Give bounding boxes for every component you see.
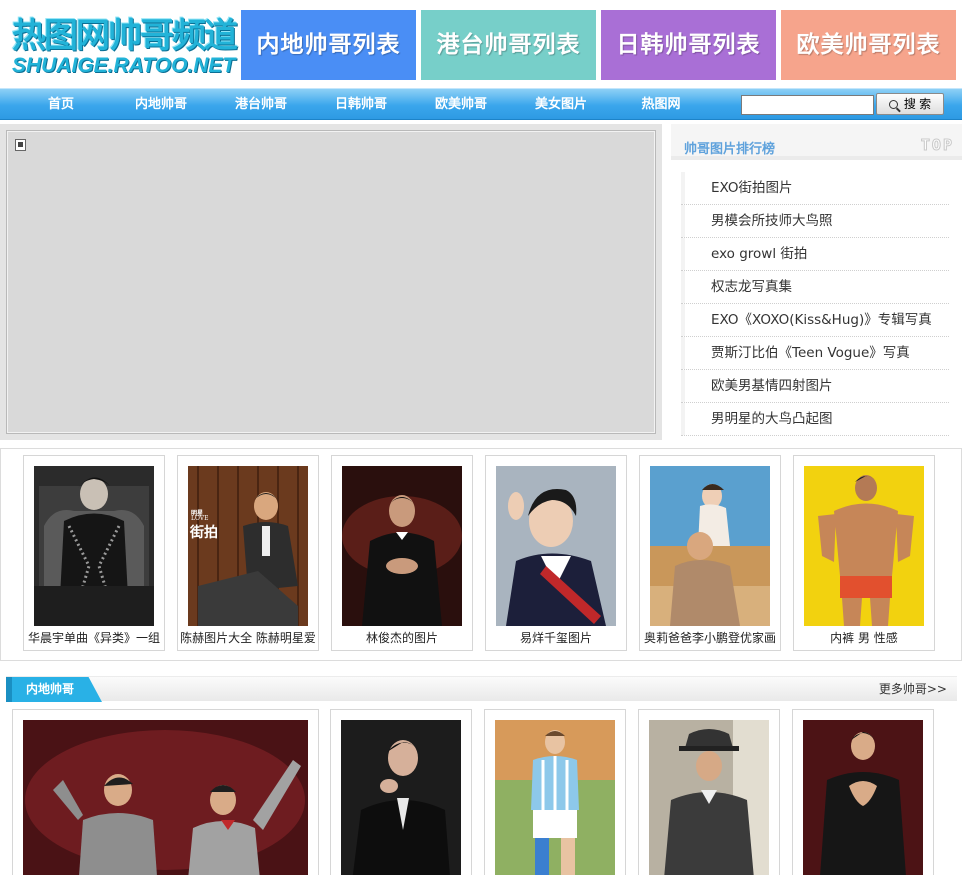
banner-jp-kr-list[interactable]: 日韩帅哥列表 xyxy=(601,10,776,80)
nav-ratoo[interactable]: 热图网 xyxy=(621,89,701,120)
photo-thumbnail: 明星 LOVE 街拍 xyxy=(188,466,308,626)
nav-jp-kr[interactable]: 日韩帅哥 xyxy=(321,89,401,120)
photo-card[interactable] xyxy=(484,709,626,875)
photo-card[interactable]: 奥莉爸爸李小鹏登优家画 xyxy=(639,455,781,651)
section-tab-label: 内地帅哥 xyxy=(6,677,102,702)
photo-overlay-love: LOVE xyxy=(191,515,209,522)
photo-caption: 陈赫图片大全 陈赫明星爱 xyxy=(180,631,316,645)
nav-mainland[interactable]: 内地帅哥 xyxy=(121,89,201,120)
slider-container xyxy=(0,124,662,440)
nav-western[interactable]: 欧美帅哥 xyxy=(421,89,501,120)
photo-caption: 林俊杰的图片 xyxy=(365,631,438,645)
site-header: 热图网帅哥频道 SHUAIGE.RATOO.NET 内地帅哥列表 港台帅哥列表 … xyxy=(0,0,962,88)
plugin-placeholder-icon xyxy=(15,139,26,151)
search-icon xyxy=(888,100,898,109)
photo-thumbnail xyxy=(803,720,923,875)
ranking-title: 帅哥图片排行榜 xyxy=(684,142,776,157)
photo-caption: 华晨宇单曲《异类》一组 xyxy=(27,631,160,645)
logo-chinese: 热图网帅哥频道 xyxy=(12,16,238,56)
photo-card[interactable]: 易烊千玺图片 xyxy=(485,455,627,651)
photo-caption: 奥莉爸爸李小鹏登优家画 xyxy=(643,631,776,645)
section-header-mainland: 内地帅哥 更多帅哥>> xyxy=(6,676,957,702)
photo-thumbnail xyxy=(23,720,308,875)
ranking-item[interactable]: exo growl 街拍 xyxy=(681,238,949,271)
ranking-item[interactable]: EXO《XOXO(Kiss&Hug)》专辑写真 xyxy=(681,304,949,337)
photo-overlay-title: 街拍 xyxy=(190,525,218,541)
photo-card[interactable]: 内裤 男 性感 xyxy=(793,455,935,651)
photo-thumbnail xyxy=(496,466,616,626)
site-logo[interactable]: 热图网帅哥频道 SHUAIGE.RATOO.NET xyxy=(12,16,238,78)
photo-thumbnail xyxy=(34,466,154,626)
photo-card[interactable]: 林俊杰的图片 xyxy=(331,455,473,651)
photo-card[interactable] xyxy=(792,709,934,875)
photo-card[interactable] xyxy=(330,709,472,875)
mainland-photo-grid xyxy=(0,701,962,875)
photo-thumbnail xyxy=(804,466,924,626)
ranking-item[interactable]: 贾斯汀比伯《Teen Vogue》写真 xyxy=(681,337,949,370)
photo-thumbnail xyxy=(649,720,769,875)
ranking-item[interactable]: 男模会所技师大鸟照 xyxy=(681,205,949,238)
photo-caption: 内裤 男 性感 xyxy=(830,631,898,645)
banner-western-list[interactable]: 欧美帅哥列表 xyxy=(781,10,956,80)
image-slider[interactable] xyxy=(6,130,656,434)
search-button[interactable]: 搜 索 xyxy=(876,93,944,115)
ranking-item[interactable]: EXO街拍图片 xyxy=(681,172,949,205)
ranking-header: 帅哥图片排行榜 TOP xyxy=(671,124,962,160)
ranking-item[interactable]: 权志龙写真集 xyxy=(681,271,949,304)
ranking-item[interactable]: 男明星的大鸟凸起图 xyxy=(681,403,949,436)
logo-english: SHUAIGE.RATOO.NET xyxy=(12,54,236,77)
search-button-label: 搜 索 xyxy=(903,97,932,111)
nav-hk-tw[interactable]: 港台帅哥 xyxy=(221,89,301,120)
nav-beauty-pics[interactable]: 美女图片 xyxy=(521,89,601,120)
ranking-panel: 帅哥图片排行榜 TOP EXO街拍图片 男模会所技师大鸟照 exo growl … xyxy=(671,124,962,440)
photo-card[interactable] xyxy=(638,709,780,875)
photo-thumbnail xyxy=(495,720,615,875)
banner-mainland-list[interactable]: 内地帅哥列表 xyxy=(241,10,416,80)
main-nav: 首页 内地帅哥 港台帅哥 日韩帅哥 欧美帅哥 美女图片 热图网 搜 索 xyxy=(0,88,962,120)
photo-thumbnail xyxy=(342,466,462,626)
more-link[interactable]: 更多帅哥>> xyxy=(879,677,947,702)
banner-hk-tw-list[interactable]: 港台帅哥列表 xyxy=(421,10,596,80)
featured-photo-strip: 华晨宇单曲《异类》一组 明星 LOVE 街拍 陈赫图片大全 陈赫明星爱 林俊杰的… xyxy=(0,448,962,661)
ranking-item[interactable]: 欧美男基情四射图片 xyxy=(681,370,949,403)
nav-home[interactable]: 首页 xyxy=(21,89,101,120)
photo-thumbnail xyxy=(341,720,461,875)
photo-card[interactable]: 明星 LOVE 街拍 陈赫图片大全 陈赫明星爱 xyxy=(177,455,319,651)
photo-caption: 易烊千玺图片 xyxy=(519,631,592,645)
photo-card[interactable]: 华晨宇单曲《异类》一组 xyxy=(23,455,165,651)
ranking-top-label: TOP xyxy=(920,136,954,155)
photo-card-large[interactable] xyxy=(12,709,319,875)
search-input[interactable] xyxy=(741,95,874,115)
photo-thumbnail xyxy=(650,466,770,626)
